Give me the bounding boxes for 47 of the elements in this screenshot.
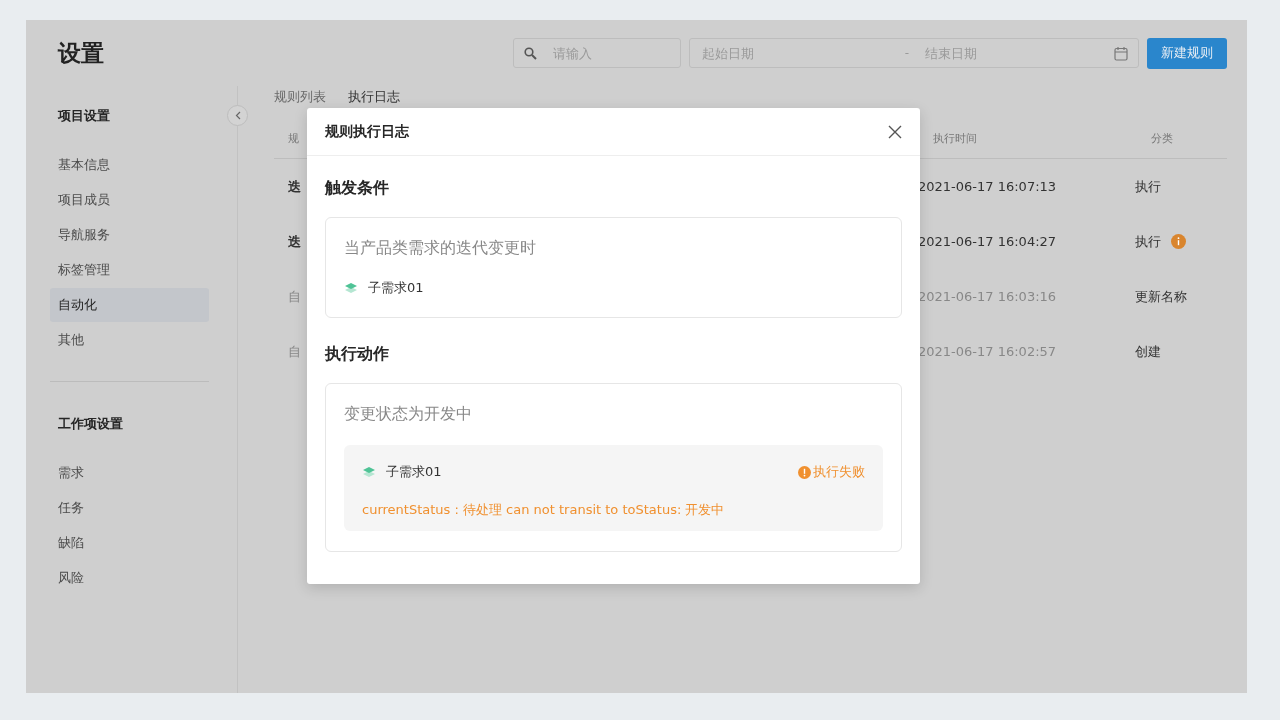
sidebar-item[interactable]: 缺陷 [50,526,209,560]
card-title: 当产品类需求的迭代变更时 [344,238,537,259]
table-cell: 创建 [1135,342,1161,361]
table-cell: 2021-06-17 16:02:57 [918,344,1057,359]
column-header: 分类 [1135,120,1227,159]
section-heading: 执行动作 [325,344,390,365]
layers-icon [344,282,358,294]
sidebar-item[interactable]: 其他 [50,323,209,357]
card-title: 变更状态为开发中 [344,404,473,425]
sidebar-item[interactable]: 风险 [50,561,209,595]
tab[interactable]: 规则列表 [274,88,326,106]
page-title: 设置 [58,38,105,68]
sidebar-item[interactable]: 任务 [50,491,209,525]
sidebar-item[interactable]: 需求 [50,456,209,490]
calendar-icon [1114,45,1128,61]
status-label: 执行失败 [813,463,865,481]
table-cell: 更新名称 [1135,287,1187,306]
close-button[interactable] [888,124,902,139]
error-message: currentStatus : 待处理 can not transit to toStatus: 开发中 [362,501,726,519]
tab[interactable]: 执行日志 [348,88,400,106]
section-heading: 触发条件 [325,178,390,199]
sidebar-heading: 工作项设置 [57,415,124,433]
chevron-left-icon [234,111,241,120]
sidebar-item[interactable]: 导航服务 [50,218,209,252]
range-separator: - [904,46,910,60]
sidebar-item[interactable]: 自动化 [50,288,209,322]
work-item-label: 子需求01 [386,463,442,481]
sidebar-item[interactable]: 标签管理 [50,253,209,287]
sidebar-item[interactable]: 基本信息 [50,148,209,182]
table-cell: 自 [288,342,301,361]
table-cell: 2021-06-17 16:03:16 [918,289,1057,304]
sidebar-heading: 项目设置 [56,107,111,125]
search-icon [524,46,537,60]
table-cell: 自 [288,287,301,306]
sidebar-item[interactable]: 项目成员 [50,183,209,217]
collapse-button[interactable] [227,105,248,126]
work-item-label: 子需求01 [368,279,424,297]
table-cell: 执行 [1135,177,1161,196]
dialog-title: 规则执行日志 [325,122,409,141]
table-cell: 执行 [1135,232,1161,251]
layers-icon [362,466,376,478]
table-cell: 迭 [288,232,301,251]
info-icon[interactable] [1171,234,1186,249]
table-cell: 迭 [288,177,301,196]
table-cell: 2021-06-17 16:04:27 [918,234,1057,249]
table-cell: 2021-06-17 16:07:13 [918,179,1057,194]
new-rule-button[interactable]: 新建规则 [1147,37,1227,69]
